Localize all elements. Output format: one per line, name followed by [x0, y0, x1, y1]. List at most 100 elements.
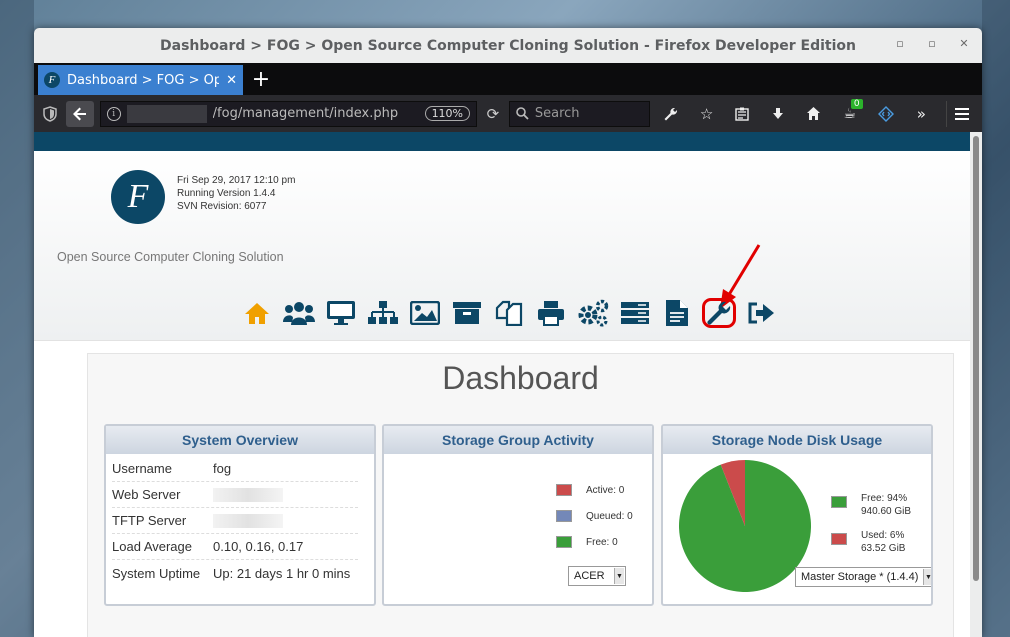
report-icon[interactable]: [660, 298, 694, 328]
close-window-button[interactable]: ✕: [956, 37, 972, 50]
archive-icon[interactable]: [450, 298, 484, 328]
search-placeholder: Search: [534, 106, 580, 121]
used-value: 63.52 GiB: [861, 543, 906, 554]
home-icon[interactable]: [240, 298, 274, 328]
desktop-background: [0, 0, 34, 637]
legend-label: Free: 0: [586, 536, 618, 548]
zoom-indicator[interactable]: 110%: [424, 106, 471, 121]
server-icon[interactable]: [618, 298, 652, 328]
storage-group-select[interactable]: ACER ▼: [568, 566, 626, 586]
new-tab-button[interactable]: +: [243, 65, 279, 95]
storage-node-select-value: Master Storage * (1.4.4): [801, 571, 919, 583]
back-arrow-icon: [72, 107, 86, 120]
site-tagline: Open Source Computer Cloning Solution: [57, 250, 284, 264]
reading-list-icon[interactable]: [728, 101, 758, 127]
dashboard-panel: Dashboard System Overview Username fog W…: [87, 353, 954, 637]
legend-swatch-free: [831, 496, 847, 508]
overview-row-load-average: Load Average 0.10, 0.16, 0.17: [112, 534, 358, 560]
overview-key: Username: [112, 461, 172, 476]
overview-key: Web Server: [112, 487, 181, 502]
free-percent: Free: 94%: [861, 493, 908, 504]
developer-tools-wrench-icon[interactable]: [656, 101, 686, 127]
storage-node-disk-usage-box: Storage Node Disk Usage Free: 94% 940.60…: [661, 424, 933, 606]
url-bar[interactable]: i /fog/management/index.php 110%: [99, 100, 478, 127]
chevron-down-icon: ▼: [923, 569, 931, 585]
print-icon[interactable]: [534, 298, 568, 328]
redacted-value: [213, 487, 283, 502]
monitor-icon[interactable]: [324, 298, 358, 328]
legend-swatch-active: [556, 484, 572, 496]
addon-icon[interactable]: ☕ 0: [835, 98, 865, 127]
fog-logo[interactable]: F: [111, 170, 165, 224]
scrollbar-thumb[interactable]: [973, 136, 979, 581]
legend-free-text: Free: 94% 940.60 GiB: [861, 492, 911, 518]
minimize-button[interactable]: ▫: [892, 37, 908, 50]
overview-row-system-uptime: System Uptime Up: 21 days 1 hr 0 mins: [112, 560, 358, 586]
sitemap-icon[interactable]: [366, 298, 400, 328]
system-overview-box: System Overview Username fog Web Server …: [104, 424, 376, 606]
legend-used-disk: Used: 6% 63.52 GiB: [831, 529, 905, 555]
redacted-host: [126, 104, 207, 123]
storage-node-select[interactable]: Master Storage * (1.4.4) ▼: [795, 567, 931, 587]
legend-swatch-queued: [556, 510, 572, 522]
main-menu: [240, 298, 778, 328]
overview-row-tftp-server: TFTP Server: [112, 508, 358, 534]
fog-header: F Fri Sep 29, 2017 12:10 pm Running Vers…: [34, 151, 970, 341]
code-diamond-icon[interactable]: [871, 101, 901, 127]
window-titlebar: Dashboard > FOG > Open Source Computer C…: [34, 28, 982, 63]
legend-label: Queued: 0: [586, 510, 633, 522]
reload-icon[interactable]: ⟳: [483, 105, 503, 123]
users-icon[interactable]: [282, 298, 316, 328]
page-scrollbar[interactable]: [970, 132, 982, 637]
overview-value: fog: [213, 461, 232, 476]
overflow-chevron-icon[interactable]: »: [906, 101, 936, 127]
download-icon[interactable]: [763, 101, 793, 127]
tracking-shield-icon[interactable]: [40, 104, 60, 124]
bookmark-star-icon[interactable]: ☆: [692, 101, 722, 127]
page-content: F Fri Sep 29, 2017 12:10 pm Running Vers…: [34, 132, 970, 637]
legend-label: Active: 0: [586, 484, 625, 496]
overview-key: System Uptime: [112, 565, 201, 581]
legend-swatch-used: [831, 533, 847, 545]
window-controls: ▫ ▫ ✕: [892, 37, 972, 50]
version-info: Fri Sep 29, 2017 12:10 pm Running Versio…: [177, 174, 295, 213]
back-button[interactable]: [65, 100, 94, 127]
search-input[interactable]: Search: [508, 100, 650, 127]
tab-close-icon[interactable]: ✕: [226, 73, 237, 88]
cogs-icon[interactable]: [576, 298, 610, 328]
maximize-button[interactable]: ▫: [924, 37, 940, 50]
overview-key: TFTP Server: [112, 513, 187, 528]
window-title: Dashboard > FOG > Open Source Computer C…: [160, 37, 856, 54]
overview-value: 0.10, 0.16, 0.17: [213, 539, 304, 554]
home-button-icon[interactable]: [799, 101, 829, 127]
legend-free-disk: Free: 94% 940.60 GiB: [831, 492, 911, 518]
logout-icon[interactable]: [744, 298, 778, 328]
overview-key: Load Average: [112, 539, 192, 554]
free-value: 940.60 GiB: [861, 506, 912, 517]
storage-group-activity-box: Storage Group Activity Active: 0 Queued:…: [382, 424, 654, 606]
legend-active: Active: 0: [556, 484, 624, 496]
image-icon[interactable]: [408, 298, 442, 328]
url-text[interactable]: /fog/management/index.php: [213, 106, 419, 121]
hamburger-menu-icon[interactable]: [946, 100, 976, 127]
running-version: Running Version 1.4.4: [177, 188, 276, 199]
addon-badge: 0: [850, 98, 863, 109]
overview-row-username: Username fog: [112, 456, 358, 482]
navigation-toolbar: i /fog/management/index.php 110% ⟳ Searc…: [34, 95, 982, 132]
legend-used-text: Used: 6% 63.52 GiB: [861, 529, 905, 555]
info-icon[interactable]: i: [106, 106, 121, 121]
overview-value: Up: 21 days 1 hr 0 mins: [213, 565, 351, 581]
copy-icon[interactable]: [492, 298, 526, 328]
wrench-icon[interactable]: [702, 298, 736, 328]
search-icon: [516, 107, 529, 120]
tab-dashboard[interactable]: F Dashboard > FOG > Open ✕: [38, 65, 243, 95]
svn-revision: SVN Revision: 6077: [177, 201, 267, 212]
dashboard-title: Dashboard: [442, 360, 599, 396]
disk-usage-pie: [679, 460, 811, 592]
fog-favicon-icon: F: [44, 72, 60, 88]
used-percent: Used: 6%: [861, 530, 905, 541]
storage-group-title: Storage Group Activity: [384, 426, 652, 454]
system-overview-title: System Overview: [106, 426, 374, 454]
tab-title: Dashboard > FOG > Open: [67, 72, 220, 88]
chevron-down-icon: ▼: [614, 568, 624, 584]
